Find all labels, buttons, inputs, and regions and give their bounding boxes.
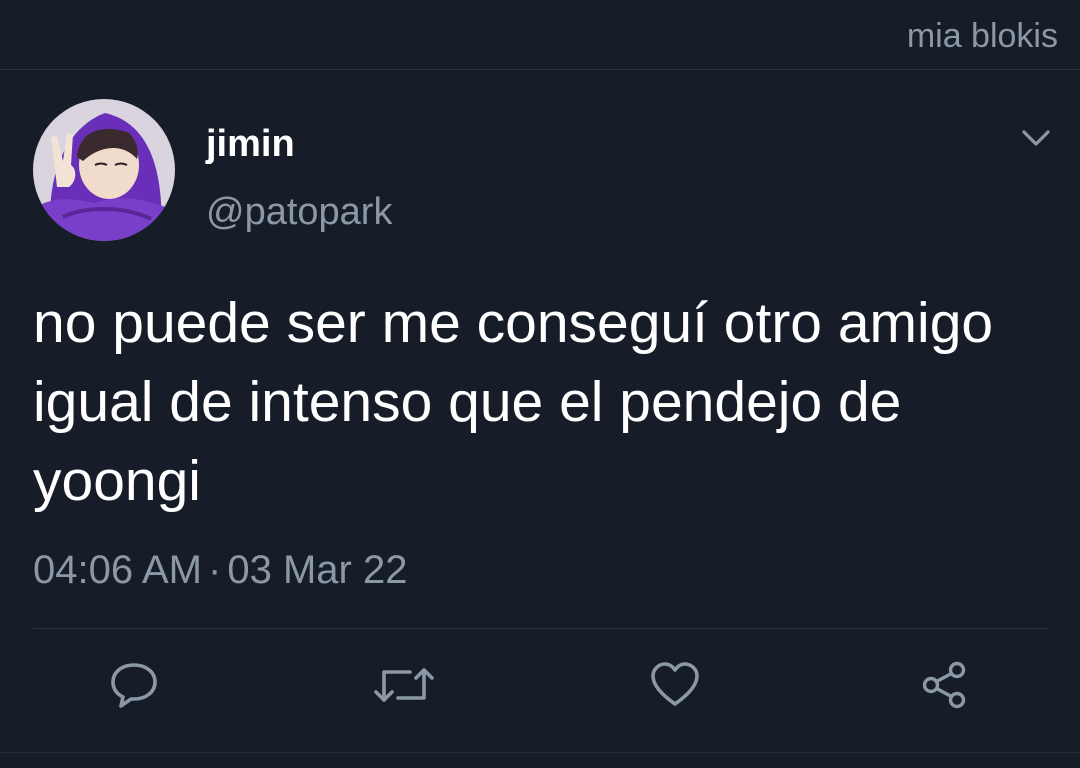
share-button[interactable]: [914, 655, 974, 719]
reply-icon: [107, 658, 161, 717]
retweet-icon: [372, 658, 436, 717]
display-name[interactable]: jimin: [206, 120, 295, 168]
tweet-actions: [0, 655, 1080, 721]
like-button[interactable]: [645, 655, 705, 719]
chevron-down-icon[interactable]: [1020, 124, 1052, 152]
retweet-button[interactable]: [374, 655, 434, 719]
top-bar: mia blokis: [0, 0, 1080, 70]
divider: [33, 628, 1048, 629]
tweet-text: no puede ser me conseguí otro amigo igua…: [33, 291, 994, 513]
tweet-time: 04:06 AM: [33, 548, 203, 592]
reply-button[interactable]: [104, 655, 164, 719]
bottom-divider: [0, 752, 1080, 753]
user-handle[interactable]: @patopark: [206, 188, 392, 236]
heart-icon: [648, 658, 702, 717]
share-icon: [917, 658, 971, 717]
tweet-date: 03 Mar 22: [227, 548, 408, 592]
timestamp-separator: ·: [208, 548, 222, 592]
avatar[interactable]: [33, 99, 175, 241]
top-bar-label: mia blokis: [906, 17, 1058, 55]
avatar-image: [33, 99, 175, 241]
tweet-timestamp: 04:06 AM · 03 Mar 22: [33, 545, 407, 595]
